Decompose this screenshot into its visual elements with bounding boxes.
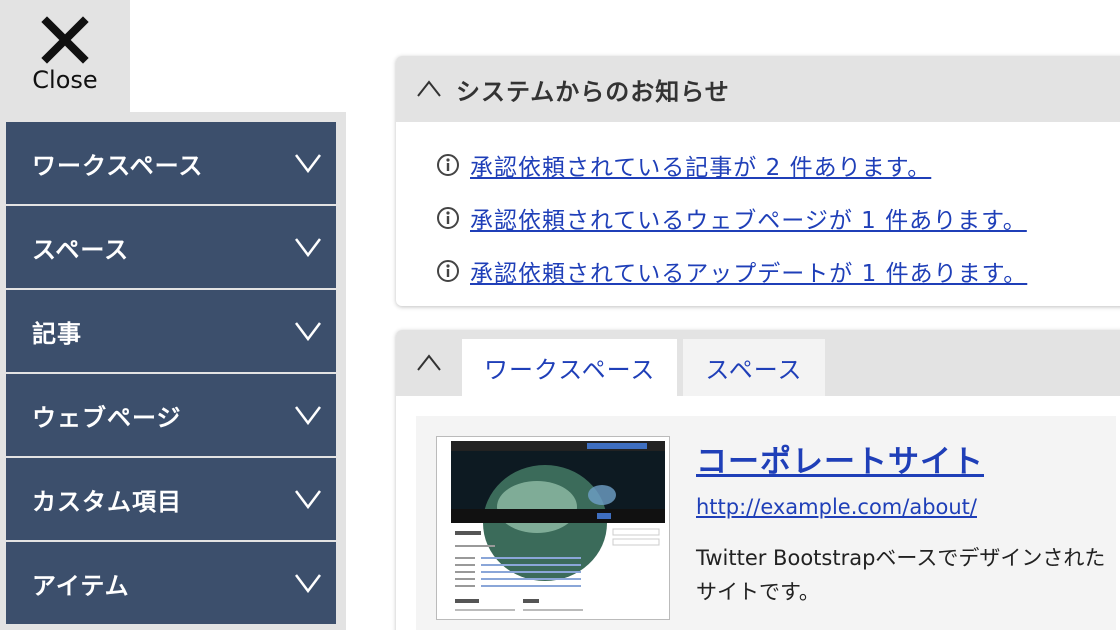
panel-title: システムからのお知らせ xyxy=(456,77,730,106)
sidebar: ワークスペース スペース 記事 ウェブページ カスタム項目 アイテム xyxy=(0,112,346,630)
chevron-down-icon xyxy=(295,574,321,593)
sidebar-item-label: 記事 xyxy=(32,319,82,348)
tab-space[interactable]: スペース xyxy=(683,339,825,396)
chevron-down-icon xyxy=(295,406,321,425)
notice-link[interactable]: 承認依頼されているウェブページが 1 件あります。 xyxy=(470,201,1027,235)
notice-link[interactable]: 承認依頼されているアップデートが 1 件あります。 xyxy=(470,254,1027,288)
close-icon xyxy=(41,16,89,64)
list-item: 承認依頼されている記事が 2 件あります。 xyxy=(436,138,1120,191)
sidebar-item-label: アイテム xyxy=(32,571,130,600)
chevron-up-icon[interactable] xyxy=(416,80,442,98)
system-notice-panel: システムからのお知らせ 承認依頼されている記事が 2 件あります。 承認依頼され… xyxy=(396,56,1120,306)
system-notice-header[interactable]: システムからのお知らせ xyxy=(396,56,1120,122)
workspace-panel: ワークスペース スペース コーポレートサイト http://example.co… xyxy=(396,330,1120,630)
site-thumbnail-image xyxy=(437,437,669,619)
chevron-down-icon xyxy=(295,238,321,257)
site-url-link[interactable]: http://example.com/about/ xyxy=(696,495,977,519)
notice-link[interactable]: 承認依頼されている記事が 2 件あります。 xyxy=(470,148,931,182)
site-title-link[interactable]: コーポレートサイト xyxy=(696,436,984,481)
sidebar-item-label: ワークスペース xyxy=(32,151,204,180)
site-info: コーポレートサイト http://example.com/about/ Twit… xyxy=(696,436,1116,630)
tab-workspace[interactable]: ワークスペース xyxy=(462,339,678,396)
sidebar-item-article[interactable]: 記事 xyxy=(6,290,336,372)
sidebar-item-space[interactable]: スペース xyxy=(6,206,336,288)
sidebar-item-items[interactable]: アイテム xyxy=(6,542,336,624)
chevron-down-icon xyxy=(295,490,321,509)
info-icon xyxy=(437,206,459,229)
info-icon xyxy=(437,259,459,282)
notice-list: 承認依頼されている記事が 2 件あります。 承認依頼されているウェブページが 1… xyxy=(396,122,1120,306)
panel-toggle[interactable] xyxy=(416,330,442,396)
chevron-down-icon xyxy=(295,322,321,341)
sidebar-item-custom-fields[interactable]: カスタム項目 xyxy=(6,458,336,540)
list-item: 承認依頼されているウェブページが 1 件あります。 xyxy=(436,191,1120,244)
site-thumbnail[interactable] xyxy=(436,436,670,620)
chevron-down-icon xyxy=(295,154,321,173)
site-card: コーポレートサイト http://example.com/about/ Twit… xyxy=(416,416,1116,630)
list-item: 承認依頼されているアップデートが 1 件あります。 xyxy=(436,244,1120,297)
tab-body: コーポレートサイト http://example.com/about/ Twit… xyxy=(396,396,1120,630)
sidebar-item-label: カスタム項目 xyxy=(32,487,182,516)
chevron-up-icon xyxy=(417,354,441,371)
sidebar-item-workspace[interactable]: ワークスペース xyxy=(6,122,336,204)
sidebar-item-webpage[interactable]: ウェブページ xyxy=(6,374,336,456)
sidebar-item-label: ウェブページ xyxy=(32,403,182,432)
info-icon xyxy=(437,153,459,176)
tab-bar: ワークスペース スペース xyxy=(396,330,1120,396)
close-label: Close xyxy=(32,66,98,94)
sidebar-item-label: スペース xyxy=(32,235,130,264)
site-description: Twitter Bootstrapベースでデザインされたサイトです。 xyxy=(696,546,1106,604)
page: Close ワークスペース スペース 記事 ウェブページ カスタム項目 アイテム xyxy=(0,0,1120,630)
close-button[interactable]: Close xyxy=(0,0,130,112)
